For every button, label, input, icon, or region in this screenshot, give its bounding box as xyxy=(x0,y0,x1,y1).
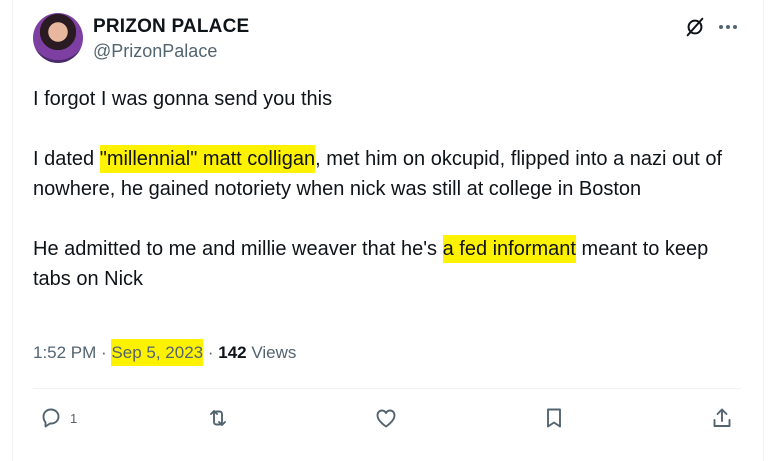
tweet-text-segment: I dated xyxy=(33,148,100,170)
tweet-paragraph-1: I forgot I was gonna send you this xyxy=(33,88,333,110)
tweet-paragraph-3: He admitted to me and millie weaver that… xyxy=(33,234,743,294)
views-label: Views xyxy=(246,343,297,362)
separator: · xyxy=(96,343,112,362)
share-button[interactable] xyxy=(710,405,734,431)
highlighted-name: "millennial" matt colligan xyxy=(99,145,316,173)
tweet-text: I forgot I was gonna send you this I dat… xyxy=(33,84,743,294)
avatar[interactable] xyxy=(33,13,83,63)
retweet-button[interactable] xyxy=(206,405,230,431)
divider xyxy=(33,388,741,389)
retweet-icon xyxy=(210,410,226,426)
tweet-date[interactable]: Sep 5, 2023 xyxy=(111,339,204,366)
reply-icon xyxy=(42,408,60,428)
like-icon xyxy=(376,409,396,428)
like-button[interactable] xyxy=(374,405,398,431)
bookmark-button[interactable] xyxy=(542,405,566,431)
highlighted-phrase: a fed informant xyxy=(442,235,576,263)
author-display-name[interactable]: PRIZON PALACE xyxy=(93,16,249,38)
separator: · xyxy=(203,343,219,362)
views-count: 142 xyxy=(218,343,247,362)
tweet-time[interactable]: 1:52 PM xyxy=(33,343,96,362)
author-handle[interactable]: @PrizonPalace xyxy=(93,41,217,62)
share-icon xyxy=(713,408,731,427)
tweet-metadata: 1:52 PM · Sep 5, 2023 · 142 Views xyxy=(33,339,297,366)
grok-icon[interactable] xyxy=(684,16,706,38)
reply-button[interactable]: 1 xyxy=(39,405,77,431)
reply-count: 1 xyxy=(70,410,78,426)
bookmark-icon xyxy=(547,408,561,428)
tweet-text-segment: He admitted to me and millie weaver that… xyxy=(33,238,443,260)
tweet-paragraph-2: I dated "millennial" matt colligan, met … xyxy=(33,144,743,204)
more-icon[interactable] xyxy=(718,18,738,36)
